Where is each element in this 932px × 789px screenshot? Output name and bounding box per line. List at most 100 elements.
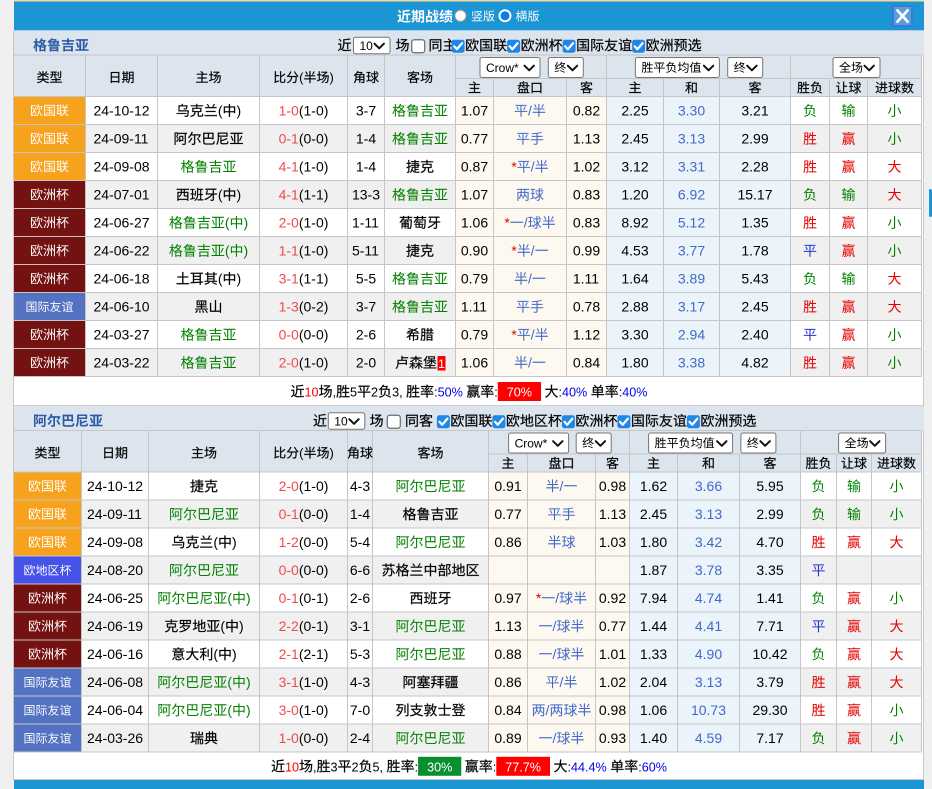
svg-text:(1-0): (1-0)	[299, 478, 329, 494]
svg-text:/: /	[531, 159, 535, 175]
svg-text:1.87: 1.87	[640, 562, 667, 578]
svg-text:30%: 30%	[427, 760, 452, 774]
svg-text:(0-0): (0-0)	[299, 534, 329, 550]
svg-text:24-03-27: 24-03-27	[93, 327, 149, 343]
svg-text:24-06-19: 24-06-19	[87, 618, 143, 634]
svg-text:5.43: 5.43	[741, 271, 768, 287]
svg-text:): )	[246, 674, 251, 690]
svg-text:1.02: 1.02	[599, 674, 626, 690]
svg-text:): )	[237, 187, 242, 203]
svg-text:3: 3	[331, 760, 338, 774]
svg-text:1-4: 1-4	[356, 131, 376, 147]
svg-text:0.84: 0.84	[494, 702, 521, 718]
svg-text:2-0: 2-0	[279, 215, 299, 231]
svg-text:*: *	[536, 590, 542, 606]
svg-text:0.77: 0.77	[494, 506, 521, 522]
svg-text:1.11: 1.11	[461, 299, 487, 315]
svg-text:40%: 40%	[622, 386, 647, 400]
svg-text:2.28: 2.28	[741, 159, 768, 175]
svg-text:2-2: 2-2	[279, 618, 299, 634]
svg-text:5,: 5,	[373, 760, 384, 774]
svg-text:3-0: 3-0	[279, 702, 299, 718]
svg-text:(: (	[225, 215, 230, 231]
svg-text:0.77: 0.77	[461, 131, 488, 147]
svg-text:7.94: 7.94	[640, 590, 667, 606]
svg-text:/: /	[531, 327, 535, 343]
svg-text:4.53: 4.53	[621, 243, 648, 259]
svg-text:1.62: 1.62	[640, 478, 667, 494]
svg-text:3.21: 3.21	[741, 103, 768, 119]
svg-text:3.13: 3.13	[678, 131, 705, 147]
svg-text:2.88: 2.88	[621, 299, 648, 315]
svg-text:0-1: 0-1	[279, 131, 299, 147]
svg-text:(0-0): (0-0)	[299, 506, 329, 522]
svg-text:1.44: 1.44	[640, 618, 667, 634]
svg-text:3-1: 3-1	[279, 674, 299, 690]
svg-text:3-7: 3-7	[356, 103, 376, 119]
svg-text:(1-0): (1-0)	[299, 215, 329, 231]
svg-text:0.97: 0.97	[494, 590, 521, 606]
svg-text:(: (	[227, 674, 232, 690]
svg-text:10: 10	[334, 414, 348, 428]
svg-text:1.80: 1.80	[621, 355, 648, 371]
svg-text:0-1: 0-1	[279, 590, 299, 606]
svg-text:): )	[237, 271, 242, 287]
svg-text:1.01: 1.01	[599, 646, 626, 662]
svg-text:2: 2	[371, 386, 378, 400]
svg-text:(0-1): (0-1)	[299, 618, 329, 634]
svg-text:4.41: 4.41	[695, 618, 722, 634]
svg-text:8.92: 8.92	[621, 215, 648, 231]
svg-text:10: 10	[285, 760, 299, 774]
svg-text:24-09-08: 24-09-08	[87, 534, 143, 550]
svg-text:1.80: 1.80	[640, 534, 667, 550]
svg-text:3.42: 3.42	[695, 534, 722, 550]
svg-text:/: /	[560, 478, 564, 494]
svg-text:29.30: 29.30	[752, 702, 787, 718]
svg-text:(: (	[220, 618, 225, 634]
svg-text:13-3: 13-3	[352, 187, 380, 203]
svg-text:3.35: 3.35	[756, 562, 783, 578]
svg-text:24-06-08: 24-06-08	[87, 674, 143, 690]
svg-text:2-0: 2-0	[279, 478, 299, 494]
svg-text:/: /	[528, 271, 532, 287]
svg-text::: :	[493, 760, 497, 774]
svg-text:1.78: 1.78	[741, 243, 768, 259]
svg-text:1-0: 1-0	[279, 103, 299, 119]
svg-text:0.86: 0.86	[494, 674, 521, 690]
svg-text:2.45: 2.45	[741, 299, 768, 315]
svg-text:1-1: 1-1	[279, 243, 299, 259]
svg-text:0-0: 0-0	[279, 327, 299, 343]
svg-text:1.13: 1.13	[599, 506, 626, 522]
svg-text:3.31: 3.31	[678, 159, 705, 175]
svg-text:): )	[246, 590, 251, 606]
svg-text:3.13: 3.13	[695, 506, 722, 522]
svg-text:2: 2	[352, 760, 359, 774]
svg-text:3.17: 3.17	[678, 299, 705, 315]
svg-text:): )	[244, 243, 249, 259]
svg-text:(0-2): (0-2)	[299, 299, 329, 315]
svg-text:2.99: 2.99	[741, 131, 768, 147]
svg-text:(: (	[227, 702, 232, 718]
svg-text:): )	[330, 446, 334, 461]
svg-text:24-08-20: 24-08-20	[87, 562, 143, 578]
svg-text:): )	[246, 702, 251, 718]
svg-text:24-06-10: 24-06-10	[93, 299, 149, 315]
svg-text:5.12: 5.12	[678, 215, 705, 231]
svg-text:0.84: 0.84	[573, 355, 600, 371]
svg-text:1.11: 1.11	[573, 271, 599, 287]
svg-text:4-1: 4-1	[279, 159, 299, 175]
svg-text:24-06-22: 24-06-22	[93, 243, 149, 259]
svg-text:0.83: 0.83	[573, 215, 600, 231]
svg-text:): )	[232, 646, 237, 662]
svg-text:(: (	[299, 446, 304, 461]
svg-text:(2-1): (2-1)	[299, 646, 329, 662]
svg-text:2.25: 2.25	[621, 103, 648, 119]
svg-text:4-1: 4-1	[279, 187, 299, 203]
svg-text:/: /	[560, 674, 564, 690]
svg-text:0.77: 0.77	[599, 618, 626, 634]
svg-text:4.74: 4.74	[695, 590, 722, 606]
svg-text:(: (	[299, 70, 304, 85]
svg-text:1.07: 1.07	[461, 187, 488, 203]
svg-text:10.42: 10.42	[752, 646, 787, 662]
svg-text:10: 10	[360, 39, 374, 53]
